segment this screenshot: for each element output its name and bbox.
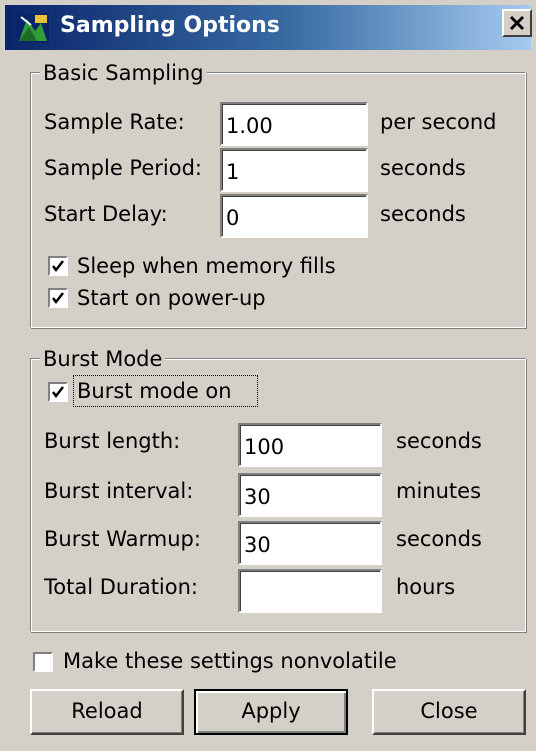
- nonvolatile-checkbox[interactable]: [33, 652, 53, 672]
- burst-length-input[interactable]: 100: [238, 423, 382, 467]
- reload-button[interactable]: Reload: [30, 689, 184, 735]
- burst-interval-label: Burst interval:: [44, 479, 194, 503]
- total-duration-unit: hours: [396, 575, 456, 599]
- title-bar[interactable]: Sampling Options: [5, 5, 531, 50]
- sampling-options-dialog: Sampling Options Basic Sampling Sample R…: [0, 0, 536, 751]
- burst-length-unit: seconds: [396, 429, 482, 453]
- start-delay-label: Start Delay:: [44, 202, 168, 226]
- app-icon: [17, 13, 49, 43]
- sleep-when-memory-fills-label[interactable]: Sleep when memory fills: [77, 253, 336, 279]
- start-delay-unit: seconds: [380, 202, 466, 226]
- start-on-power-up-label[interactable]: Start on power-up: [77, 285, 266, 311]
- start-on-power-up-checkbox[interactable]: [48, 288, 68, 308]
- burst-mode-on-checkbox[interactable]: [48, 382, 68, 402]
- sample-rate-input[interactable]: 1.00: [220, 102, 368, 146]
- start-delay-input[interactable]: 0: [220, 194, 368, 238]
- basic-sampling-title: Basic Sampling: [40, 61, 207, 85]
- close-button[interactable]: Close: [372, 689, 526, 735]
- apply-button[interactable]: Apply: [194, 689, 348, 735]
- sample-period-unit: seconds: [380, 156, 466, 180]
- sample-rate-label: Sample Rate:: [44, 110, 185, 134]
- burst-interval-input[interactable]: 30: [238, 473, 382, 517]
- nonvolatile-label[interactable]: Make these settings nonvolatile: [63, 648, 397, 674]
- burst-warmup-input[interactable]: 30: [238, 521, 382, 565]
- burst-interval-unit: minutes: [396, 479, 482, 503]
- burst-mode-on-label[interactable]: Burst mode on: [77, 378, 232, 404]
- total-duration-input[interactable]: [238, 569, 382, 613]
- burst-mode-title: Burst Mode: [40, 347, 166, 371]
- window-title: Sampling Options: [60, 13, 280, 38]
- total-duration-label: Total Duration:: [44, 575, 199, 599]
- sample-period-input[interactable]: 1: [220, 148, 368, 192]
- sample-rate-unit: per second: [380, 110, 497, 134]
- sleep-when-memory-fills-checkbox[interactable]: [48, 256, 68, 276]
- sample-period-label: Sample Period:: [44, 156, 202, 180]
- burst-length-label: Burst length:: [44, 429, 181, 453]
- burst-warmup-unit: seconds: [396, 527, 482, 551]
- burst-warmup-label: Burst Warmup:: [44, 527, 201, 551]
- close-window-button[interactable]: [502, 9, 532, 37]
